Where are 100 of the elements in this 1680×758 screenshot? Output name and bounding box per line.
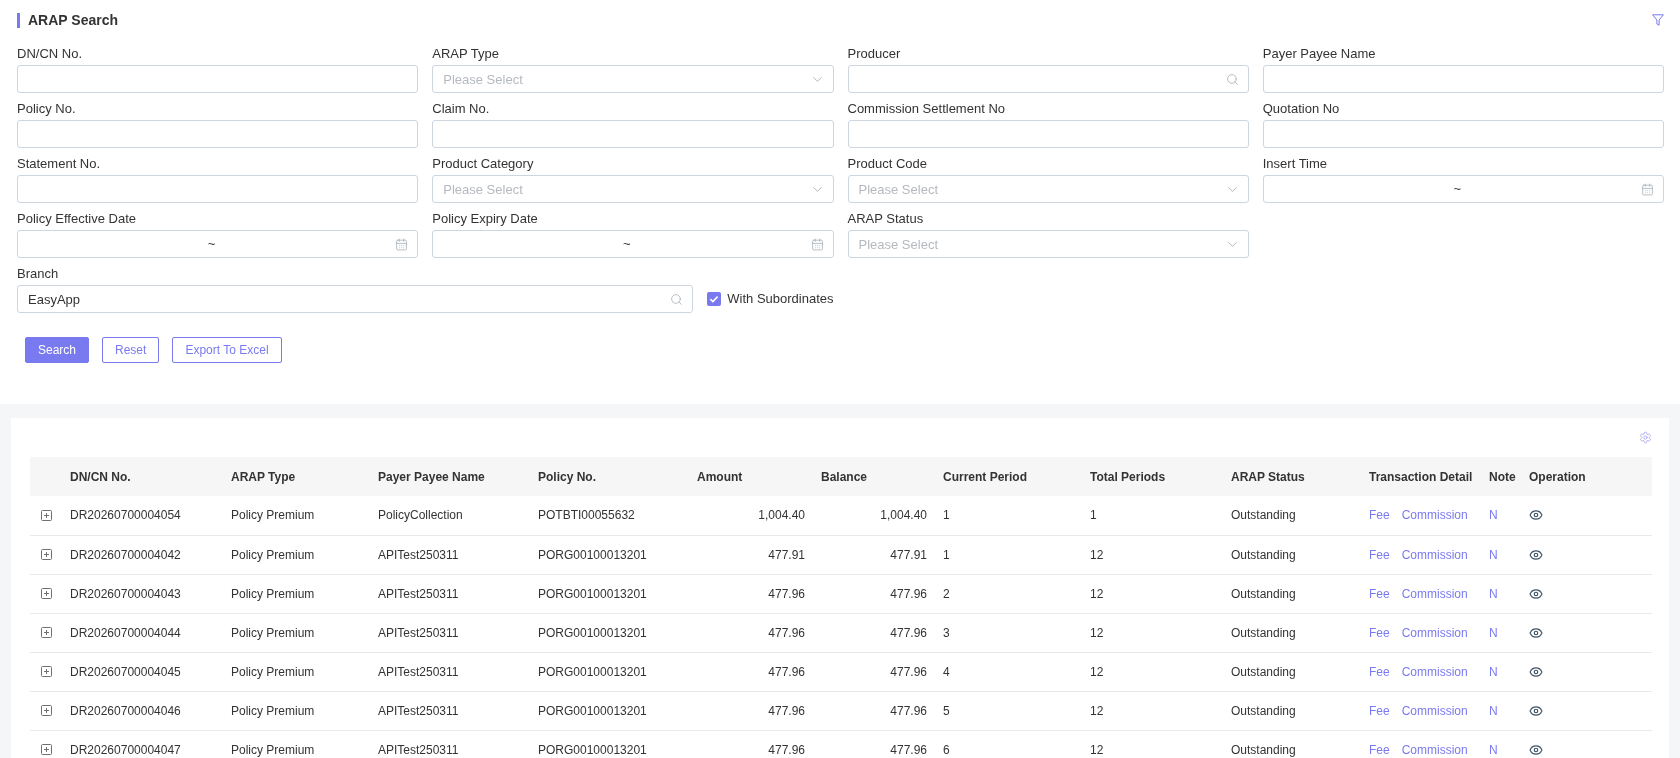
eye-icon[interactable] xyxy=(1529,508,1543,523)
eye-icon[interactable] xyxy=(1529,742,1543,757)
plus-square-icon[interactable] xyxy=(40,705,52,716)
table-cell: DR20260700004046 xyxy=(70,703,181,718)
text-input[interactable] xyxy=(1262,65,1664,93)
transaction-detail-link[interactable]: Commission xyxy=(1401,546,1468,563)
eye-icon[interactable] xyxy=(1529,547,1543,562)
field-label: Statement No. xyxy=(17,155,102,173)
eye-icon[interactable] xyxy=(1529,703,1543,718)
transaction-detail-link[interactable]: Commission xyxy=(1401,741,1468,758)
checkbox-label[interactable]: With Subordinates xyxy=(727,289,834,309)
plus-square-icon[interactable] xyxy=(40,588,52,599)
table-cell: PORG00100013201 xyxy=(538,547,647,562)
field-label: Commission Settlement No xyxy=(847,100,1006,118)
note-link[interactable]: N xyxy=(1489,586,1498,601)
transaction-detail-link[interactable]: Fee xyxy=(1369,663,1390,680)
note-link[interactable]: N xyxy=(1489,664,1498,679)
table-cell: Outstanding xyxy=(1231,625,1296,640)
table-cell: DR20260700004042 xyxy=(70,547,181,562)
field-label: Policy Effective Date xyxy=(17,210,137,228)
text-input[interactable] xyxy=(17,65,419,93)
select-field[interactable]: Please Select xyxy=(847,230,1249,258)
field-label: Producer xyxy=(847,45,902,63)
table-cell: Policy Premium xyxy=(231,625,315,640)
table-cell: 12 xyxy=(1090,625,1104,640)
table-cell: Policy Premium xyxy=(231,547,315,562)
table-cell: 477.96 xyxy=(768,586,805,601)
table-cell: POTBTI00055632 xyxy=(538,508,635,523)
text-input[interactable] xyxy=(1262,120,1664,148)
table-cell: 1 xyxy=(1090,508,1097,523)
transaction-detail-link[interactable]: Fee xyxy=(1369,585,1390,602)
filter-icon[interactable] xyxy=(1652,14,1664,26)
eye-icon[interactable] xyxy=(1529,586,1543,601)
column-header: Payer Payee Name xyxy=(378,469,485,484)
table-cell: APITest250311 xyxy=(378,703,459,718)
table-cell: Outstanding xyxy=(1231,586,1296,601)
eye-icon[interactable] xyxy=(1529,625,1543,640)
table-cell: 12 xyxy=(1090,742,1104,757)
plus-square-icon[interactable] xyxy=(40,549,52,560)
table-cell: APITest250311 xyxy=(378,625,459,640)
plus-square-icon[interactable] xyxy=(40,627,52,638)
plus-square-icon[interactable] xyxy=(40,666,52,677)
table-cell: PORG00100013201 xyxy=(538,703,647,718)
search-icon xyxy=(1225,72,1239,86)
eye-icon[interactable] xyxy=(1529,664,1543,679)
note-link[interactable]: N xyxy=(1489,508,1498,523)
table-cell: Policy Premium xyxy=(231,703,315,718)
select-field[interactable]: Please Select xyxy=(847,175,1249,203)
select-field[interactable]: Please Select xyxy=(432,65,834,93)
transaction-detail-link[interactable]: Commission xyxy=(1401,702,1468,719)
table-cell: 1 xyxy=(943,508,950,523)
search-field[interactable]: EasyApp xyxy=(17,285,694,313)
outline-button[interactable]: Reset xyxy=(102,337,160,363)
note-link[interactable]: N xyxy=(1489,547,1498,562)
checkbox[interactable] xyxy=(707,292,722,306)
table-cell: DR20260700004045 xyxy=(70,664,181,679)
plus-square-icon[interactable] xyxy=(40,509,52,521)
note-link[interactable]: N xyxy=(1489,625,1498,640)
transaction-detail-link[interactable]: Commission xyxy=(1401,663,1468,680)
transaction-detail-link[interactable]: Fee xyxy=(1369,702,1390,719)
plus-square-icon[interactable] xyxy=(40,744,52,755)
table-cell: 3 xyxy=(943,625,950,640)
column-header: Balance xyxy=(821,469,868,484)
date-range-field[interactable]: ~ xyxy=(1262,175,1664,203)
transaction-detail-link[interactable]: Fee xyxy=(1369,546,1390,563)
search-field[interactable] xyxy=(847,65,1249,93)
text-input[interactable] xyxy=(17,120,419,148)
table-cell: PORG00100013201 xyxy=(538,664,647,679)
date-range-field[interactable]: ~ xyxy=(17,230,419,258)
note-link[interactable]: N xyxy=(1489,742,1498,757)
table-cell: 5 xyxy=(943,703,950,718)
select-field[interactable]: Please Select xyxy=(432,175,834,203)
field-label: Product Code xyxy=(847,155,928,173)
transaction-detail-link[interactable]: Commission xyxy=(1401,585,1468,602)
table-cell: 6 xyxy=(943,742,950,757)
table-cell: 1,004.40 xyxy=(880,508,927,523)
transaction-detail-link[interactable]: Commission xyxy=(1401,507,1468,524)
table-cell: 4 xyxy=(943,664,950,679)
date-range-field[interactable]: ~ xyxy=(432,230,834,258)
table-cell: DR20260700004043 xyxy=(70,586,181,601)
table-cell: 12 xyxy=(1090,586,1104,601)
calendar-icon xyxy=(810,237,824,251)
table-cell: Outstanding xyxy=(1231,703,1296,718)
table-cell: DR20260700004054 xyxy=(70,508,181,523)
outline-button[interactable]: Export To Excel xyxy=(172,337,282,363)
column-header: Current Period xyxy=(943,469,1027,484)
note-link[interactable]: N xyxy=(1489,703,1498,718)
text-input[interactable] xyxy=(847,120,1249,148)
field-label: Product Category xyxy=(432,155,535,173)
transaction-detail-link[interactable]: Fee xyxy=(1369,741,1390,758)
transaction-detail-link[interactable]: Commission xyxy=(1401,624,1468,641)
text-input[interactable] xyxy=(17,175,419,203)
transaction-detail-link[interactable]: Fee xyxy=(1369,507,1390,524)
text-input[interactable] xyxy=(432,120,834,148)
table-cell: APITest250311 xyxy=(378,586,459,601)
transaction-detail-link[interactable]: Fee xyxy=(1369,624,1390,641)
table-cell: 477.96 xyxy=(768,742,805,757)
primary-button[interactable]: Search xyxy=(25,337,90,363)
table-cell: 2 xyxy=(943,586,950,601)
column-header: Policy No. xyxy=(538,469,596,484)
